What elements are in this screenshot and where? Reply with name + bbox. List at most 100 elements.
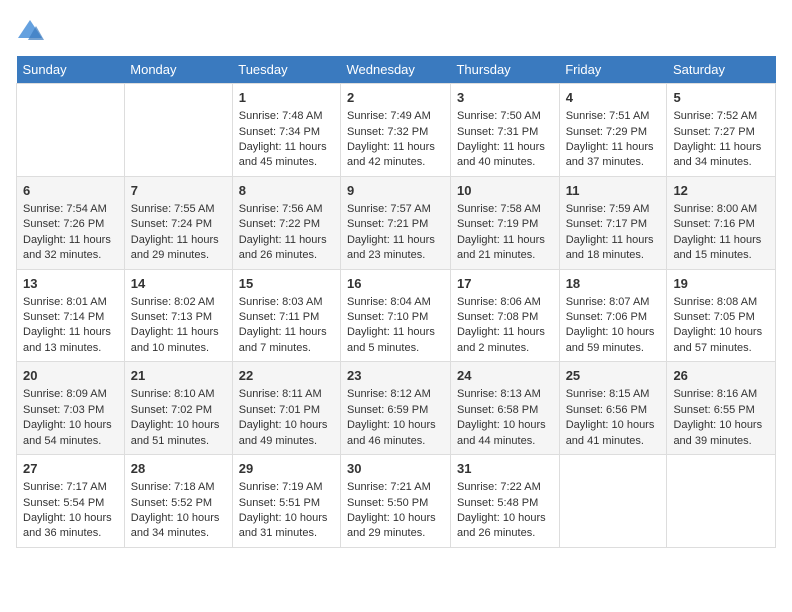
day-number: 4 xyxy=(566,89,661,107)
day-info: Sunrise: 7:54 AM Sunset: 7:26 PM Dayligh… xyxy=(23,202,118,264)
day-number: 22 xyxy=(239,367,334,385)
day-number: 20 xyxy=(23,367,118,385)
day-cell: 30 Sunrise: 7:21 AM Sunset: 5:50 PM Dayli… xyxy=(340,455,450,548)
day-cell: 29 Sunrise: 7:19 AM Sunset: 5:51 PM Dayli… xyxy=(232,455,340,548)
day-info: Sunrise: 7:57 AM Sunset: 7:21 PM Dayligh… xyxy=(347,202,444,264)
day-cell: 23 Sunrise: 8:12 AM Sunset: 6:59 PM Dayli… xyxy=(340,362,450,455)
header-thursday: Thursday xyxy=(450,56,559,84)
week-row-4: 20 Sunrise: 8:09 AM Sunset: 7:03 PM Dayli… xyxy=(17,362,776,455)
day-info: Sunrise: 8:13 AM Sunset: 6:58 PM Dayligh… xyxy=(457,387,553,449)
day-info: Sunrise: 8:02 AM Sunset: 7:13 PM Dayligh… xyxy=(131,295,226,357)
day-cell xyxy=(559,455,667,548)
calendar-header-row: SundayMondayTuesdayWednesdayThursdayFrid… xyxy=(17,56,776,84)
day-cell: 28 Sunrise: 7:18 AM Sunset: 5:52 PM Dayli… xyxy=(124,455,232,548)
header-friday: Friday xyxy=(559,56,667,84)
day-cell: 13 Sunrise: 8:01 AM Sunset: 7:14 PM Dayli… xyxy=(17,269,125,362)
day-number: 12 xyxy=(673,182,769,200)
day-cell: 24 Sunrise: 8:13 AM Sunset: 6:58 PM Dayli… xyxy=(450,362,559,455)
day-number: 24 xyxy=(457,367,553,385)
header-saturday: Saturday xyxy=(667,56,776,84)
day-cell: 31 Sunrise: 7:22 AM Sunset: 5:48 PM Dayli… xyxy=(450,455,559,548)
day-info: Sunrise: 8:09 AM Sunset: 7:03 PM Dayligh… xyxy=(23,387,118,449)
day-cell: 15Sunrise: 8:03 AM Sunset: 7:11 PM Dayli… xyxy=(232,269,340,362)
day-info: Sunrise: 7:22 AM Sunset: 5:48 PM Dayligh… xyxy=(457,480,553,542)
day-cell: 11 Sunrise: 7:59 AM Sunset: 7:17 PM Dayli… xyxy=(559,176,667,269)
day-number: 1 xyxy=(239,89,334,107)
day-cell: 2 Sunrise: 7:49 AM Sunset: 7:32 PM Daylig… xyxy=(340,84,450,177)
day-number: 8 xyxy=(239,182,334,200)
day-cell: 10 Sunrise: 7:58 AM Sunset: 7:19 PM Dayli… xyxy=(450,176,559,269)
day-cell: 22 Sunrise: 8:11 AM Sunset: 7:01 PM Dayli… xyxy=(232,362,340,455)
day-number: 11 xyxy=(566,182,661,200)
day-info: Sunrise: 8:06 AM Sunset: 7:08 PM Dayligh… xyxy=(457,295,553,357)
day-number: 13 xyxy=(23,275,118,293)
day-info: Sunrise: 7:52 AM Sunset: 7:27 PM Dayligh… xyxy=(673,109,769,171)
day-cell: 19 Sunrise: 8:08 AM Sunset: 7:05 PM Dayli… xyxy=(667,269,776,362)
day-cell: 4 Sunrise: 7:51 AM Sunset: 7:29 PM Daylig… xyxy=(559,84,667,177)
day-number: 3 xyxy=(457,89,553,107)
day-number: 28 xyxy=(131,460,226,478)
header-tuesday: Tuesday xyxy=(232,56,340,84)
day-info: Sunrise: 7:59 AM Sunset: 7:17 PM Dayligh… xyxy=(566,202,661,264)
day-cell: 3 Sunrise: 7:50 AM Sunset: 7:31 PM Daylig… xyxy=(450,84,559,177)
day-info: Sunrise: 7:48 AM Sunset: 7:34 PM Dayligh… xyxy=(239,109,334,171)
day-number: 29 xyxy=(239,460,334,478)
week-row-1: 1 Sunrise: 7:48 AM Sunset: 7:34 PM Daylig… xyxy=(17,84,776,177)
day-info: Sunrise: 7:55 AM Sunset: 7:24 PM Dayligh… xyxy=(131,202,226,264)
header-wednesday: Wednesday xyxy=(340,56,450,84)
day-number: 30 xyxy=(347,460,444,478)
day-cell: 25Sunrise: 8:15 AM Sunset: 6:56 PM Dayli… xyxy=(559,362,667,455)
day-info: Sunrise: 8:07 AM Sunset: 7:06 PM Dayligh… xyxy=(566,295,661,357)
day-number: 27 xyxy=(23,460,118,478)
day-info: Sunrise: 8:15 AM Sunset: 6:56 PM Dayligh… xyxy=(566,387,661,449)
day-info: Sunrise: 8:12 AM Sunset: 6:59 PM Dayligh… xyxy=(347,387,444,449)
day-cell: 17 Sunrise: 8:06 AM Sunset: 7:08 PM Dayli… xyxy=(450,269,559,362)
day-number: 9 xyxy=(347,182,444,200)
day-number: 7 xyxy=(131,182,226,200)
day-number: 10 xyxy=(457,182,553,200)
day-info: Sunrise: 8:16 AM Sunset: 6:55 PM Dayligh… xyxy=(673,387,769,449)
day-number: 19 xyxy=(673,275,769,293)
day-number: 2 xyxy=(347,89,444,107)
day-info: Sunrise: 8:01 AM Sunset: 7:14 PM Dayligh… xyxy=(23,295,118,357)
day-number: 17 xyxy=(457,275,553,293)
day-number: 16 xyxy=(347,275,444,293)
logo xyxy=(16,16,48,44)
calendar-table: SundayMondayTuesdayWednesdayThursdayFrid… xyxy=(16,56,776,548)
day-info: Sunrise: 8:08 AM Sunset: 7:05 PM Dayligh… xyxy=(673,295,769,357)
week-row-3: 13 Sunrise: 8:01 AM Sunset: 7:14 PM Dayli… xyxy=(17,269,776,362)
day-number: 5 xyxy=(673,89,769,107)
day-number: 31 xyxy=(457,460,553,478)
day-info: Sunrise: 8:10 AM Sunset: 7:02 PM Dayligh… xyxy=(131,387,226,449)
day-info: Sunrise: 7:56 AM Sunset: 7:22 PM Dayligh… xyxy=(239,202,334,264)
day-cell: 21 Sunrise: 8:10 AM Sunset: 7:02 PM Dayli… xyxy=(124,362,232,455)
day-number: 23 xyxy=(347,367,444,385)
day-info: Sunrise: 7:49 AM Sunset: 7:32 PM Dayligh… xyxy=(347,109,444,171)
day-cell: 6Sunrise: 7:54 AM Sunset: 7:26 PM Daylig… xyxy=(17,176,125,269)
day-cell: 5 Sunrise: 7:52 AM Sunset: 7:27 PM Daylig… xyxy=(667,84,776,177)
page-header xyxy=(16,16,776,44)
day-info: Sunrise: 7:58 AM Sunset: 7:19 PM Dayligh… xyxy=(457,202,553,264)
day-info: Sunrise: 7:21 AM Sunset: 5:50 PM Dayligh… xyxy=(347,480,444,542)
day-cell: 18 Sunrise: 8:07 AM Sunset: 7:06 PM Dayli… xyxy=(559,269,667,362)
header-monday: Monday xyxy=(124,56,232,84)
day-cell xyxy=(17,84,125,177)
day-info: Sunrise: 8:00 AM Sunset: 7:16 PM Dayligh… xyxy=(673,202,769,264)
day-info: Sunrise: 8:03 AM Sunset: 7:11 PM Dayligh… xyxy=(239,295,334,357)
day-cell: 12 Sunrise: 8:00 AM Sunset: 7:16 PM Dayli… xyxy=(667,176,776,269)
day-info: Sunrise: 8:11 AM Sunset: 7:01 PM Dayligh… xyxy=(239,387,334,449)
logo-icon xyxy=(16,16,44,44)
day-cell: 26Sunrise: 8:16 AM Sunset: 6:55 PM Dayli… xyxy=(667,362,776,455)
day-number: 21 xyxy=(131,367,226,385)
day-cell xyxy=(667,455,776,548)
day-cell: 1 Sunrise: 7:48 AM Sunset: 7:34 PM Daylig… xyxy=(232,84,340,177)
week-row-2: 6Sunrise: 7:54 AM Sunset: 7:26 PM Daylig… xyxy=(17,176,776,269)
day-cell: 7 Sunrise: 7:55 AM Sunset: 7:24 PM Daylig… xyxy=(124,176,232,269)
day-info: Sunrise: 7:19 AM Sunset: 5:51 PM Dayligh… xyxy=(239,480,334,542)
day-info: Sunrise: 7:50 AM Sunset: 7:31 PM Dayligh… xyxy=(457,109,553,171)
day-info: Sunrise: 7:51 AM Sunset: 7:29 PM Dayligh… xyxy=(566,109,661,171)
day-cell: 14Sunrise: 8:02 AM Sunset: 7:13 PM Dayli… xyxy=(124,269,232,362)
day-info: Sunrise: 7:18 AM Sunset: 5:52 PM Dayligh… xyxy=(131,480,226,542)
day-number: 18 xyxy=(566,275,661,293)
day-cell: 16Sunrise: 8:04 AM Sunset: 7:10 PM Dayli… xyxy=(340,269,450,362)
